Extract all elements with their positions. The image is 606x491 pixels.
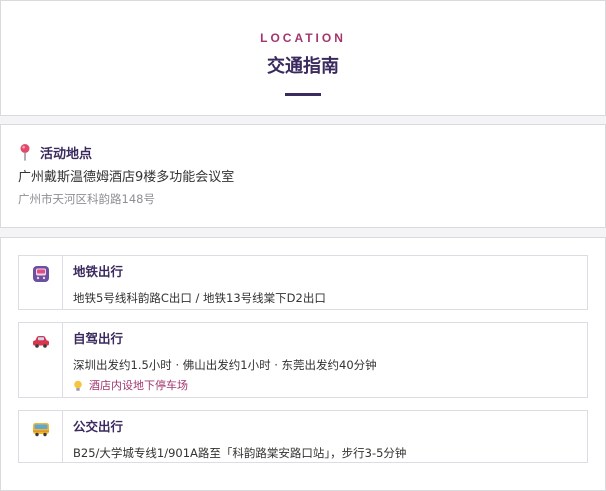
bus-icon (32, 423, 49, 437)
route-title: 自驾出行 (73, 331, 124, 346)
route-description: 地铁5号线科韵路C出口 / 地铁13号线棠下D2出口 (73, 291, 326, 305)
venue-heading: 活动地点 (18, 143, 588, 162)
route-body: 自驾出行 深圳出发约1.5小时 · 佛山出发约1小时 · 东莞出发约40分钟 酒… (63, 323, 387, 397)
venue-label: 活动地点 (40, 146, 93, 162)
route-title: 公交出行 (73, 419, 124, 434)
title-underline (285, 93, 321, 96)
route-metro: 地铁出行 地铁5号线科韵路C出口 / 地铁13号线棠下D2出口 (18, 255, 588, 310)
route-icon-cell (19, 256, 63, 309)
route-icon-cell (19, 323, 63, 397)
route-car: 自驾出行 深圳出发约1.5小时 · 佛山出发约1小时 · 东莞出发约40分钟 酒… (18, 322, 588, 398)
route-title: 地铁出行 (73, 264, 124, 279)
page-title: 交通指南 (267, 56, 339, 77)
route-description: 深圳出发约1.5小时 · 佛山出发约1小时 · 东莞出发约40分钟 (73, 358, 377, 372)
route-body: 公交出行 B25/大学城专线1/901A路至「科韵路棠安路口站」，步行3-5分钟 (63, 411, 416, 462)
lightbulb-icon (74, 380, 82, 391)
route-bus: 公交出行 B25/大学城专线1/901A路至「科韵路棠安路口站」，步行3-5分钟 (18, 410, 588, 463)
venue-address: 广州市天河区科韵路148号 (18, 192, 155, 206)
transit-card: 地铁出行 地铁5号线科韵路C出口 / 地铁13号线棠下D2出口 自驾出行 深圳出… (0, 237, 606, 491)
map-pin-icon (20, 144, 30, 161)
metro-icon (32, 266, 49, 282)
route-icon-cell (19, 411, 63, 462)
car-icon (32, 336, 49, 348)
parking-note-text: 酒店内设地下停车场 (89, 379, 188, 392)
route-description: B25/大学城专线1/901A路至「科韵路棠安路口站」，步行3-5分钟 (73, 446, 407, 460)
section-eyebrow: LOCATION (260, 31, 346, 45)
parking-note: 酒店内设地下停车场 (73, 378, 377, 394)
location-header-card: LOCATION 交通指南 (0, 0, 606, 116)
route-body: 地铁出行 地铁5号线科韵路C出口 / 地铁13号线棠下D2出口 (63, 256, 336, 309)
venue-name: 广州戴斯温德姆酒店9楼多功能会议室 (18, 170, 235, 185)
venue-card: 活动地点 广州戴斯温德姆酒店9楼多功能会议室 广州市天河区科韵路148号 (0, 124, 606, 228)
